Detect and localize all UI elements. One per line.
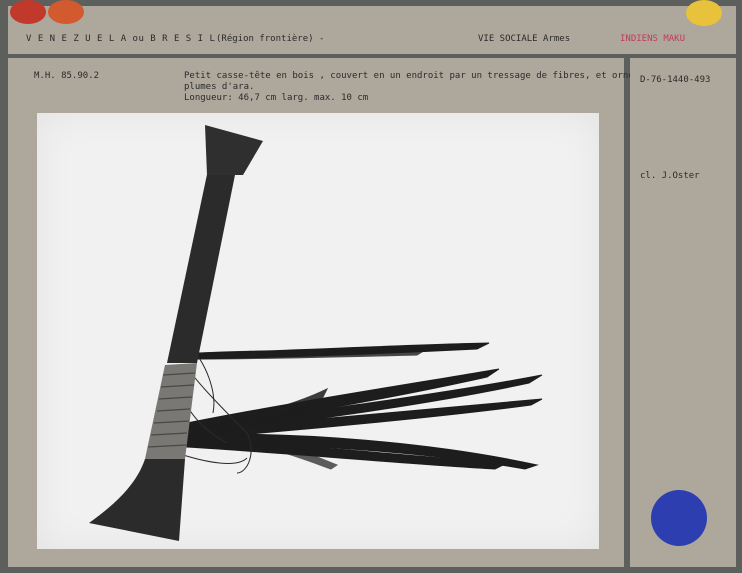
dimensions: Longueur: 46,7 cm larg. max. 10 cm (184, 93, 369, 103)
orange-dot (48, 0, 84, 24)
yellow-dot (686, 0, 722, 26)
people-label: INDIENS MAKU (620, 34, 686, 44)
inventory-number: M.H. 85.90.2 (34, 71, 100, 81)
description-line-2: plumes d'ara. (184, 82, 255, 92)
photo-credit: cl. J.Oster (640, 171, 700, 181)
red-dot (10, 0, 46, 24)
club-illustration (89, 125, 543, 541)
country-label: V E N E Z U E L A ou B R E S I L (26, 34, 216, 44)
record-card: M.H. 85.90.2 Petit casse-tête en bois , … (8, 58, 650, 567)
object-photograph (37, 113, 599, 549)
blue-dot (651, 490, 707, 546)
category-label: VIE SOCIALE Armes (478, 34, 571, 44)
description-line-1: Petit casse-tête en bois , couvert en un… (184, 71, 650, 81)
reference-card: D-76-1440-493 cl. J.Oster (630, 58, 736, 567)
header-card: V E N E Z U E L A ou B R E S I L (Région… (8, 0, 736, 54)
region-label: (Région frontière) - (216, 34, 325, 44)
photo-reference: D-76-1440-493 (640, 75, 711, 85)
